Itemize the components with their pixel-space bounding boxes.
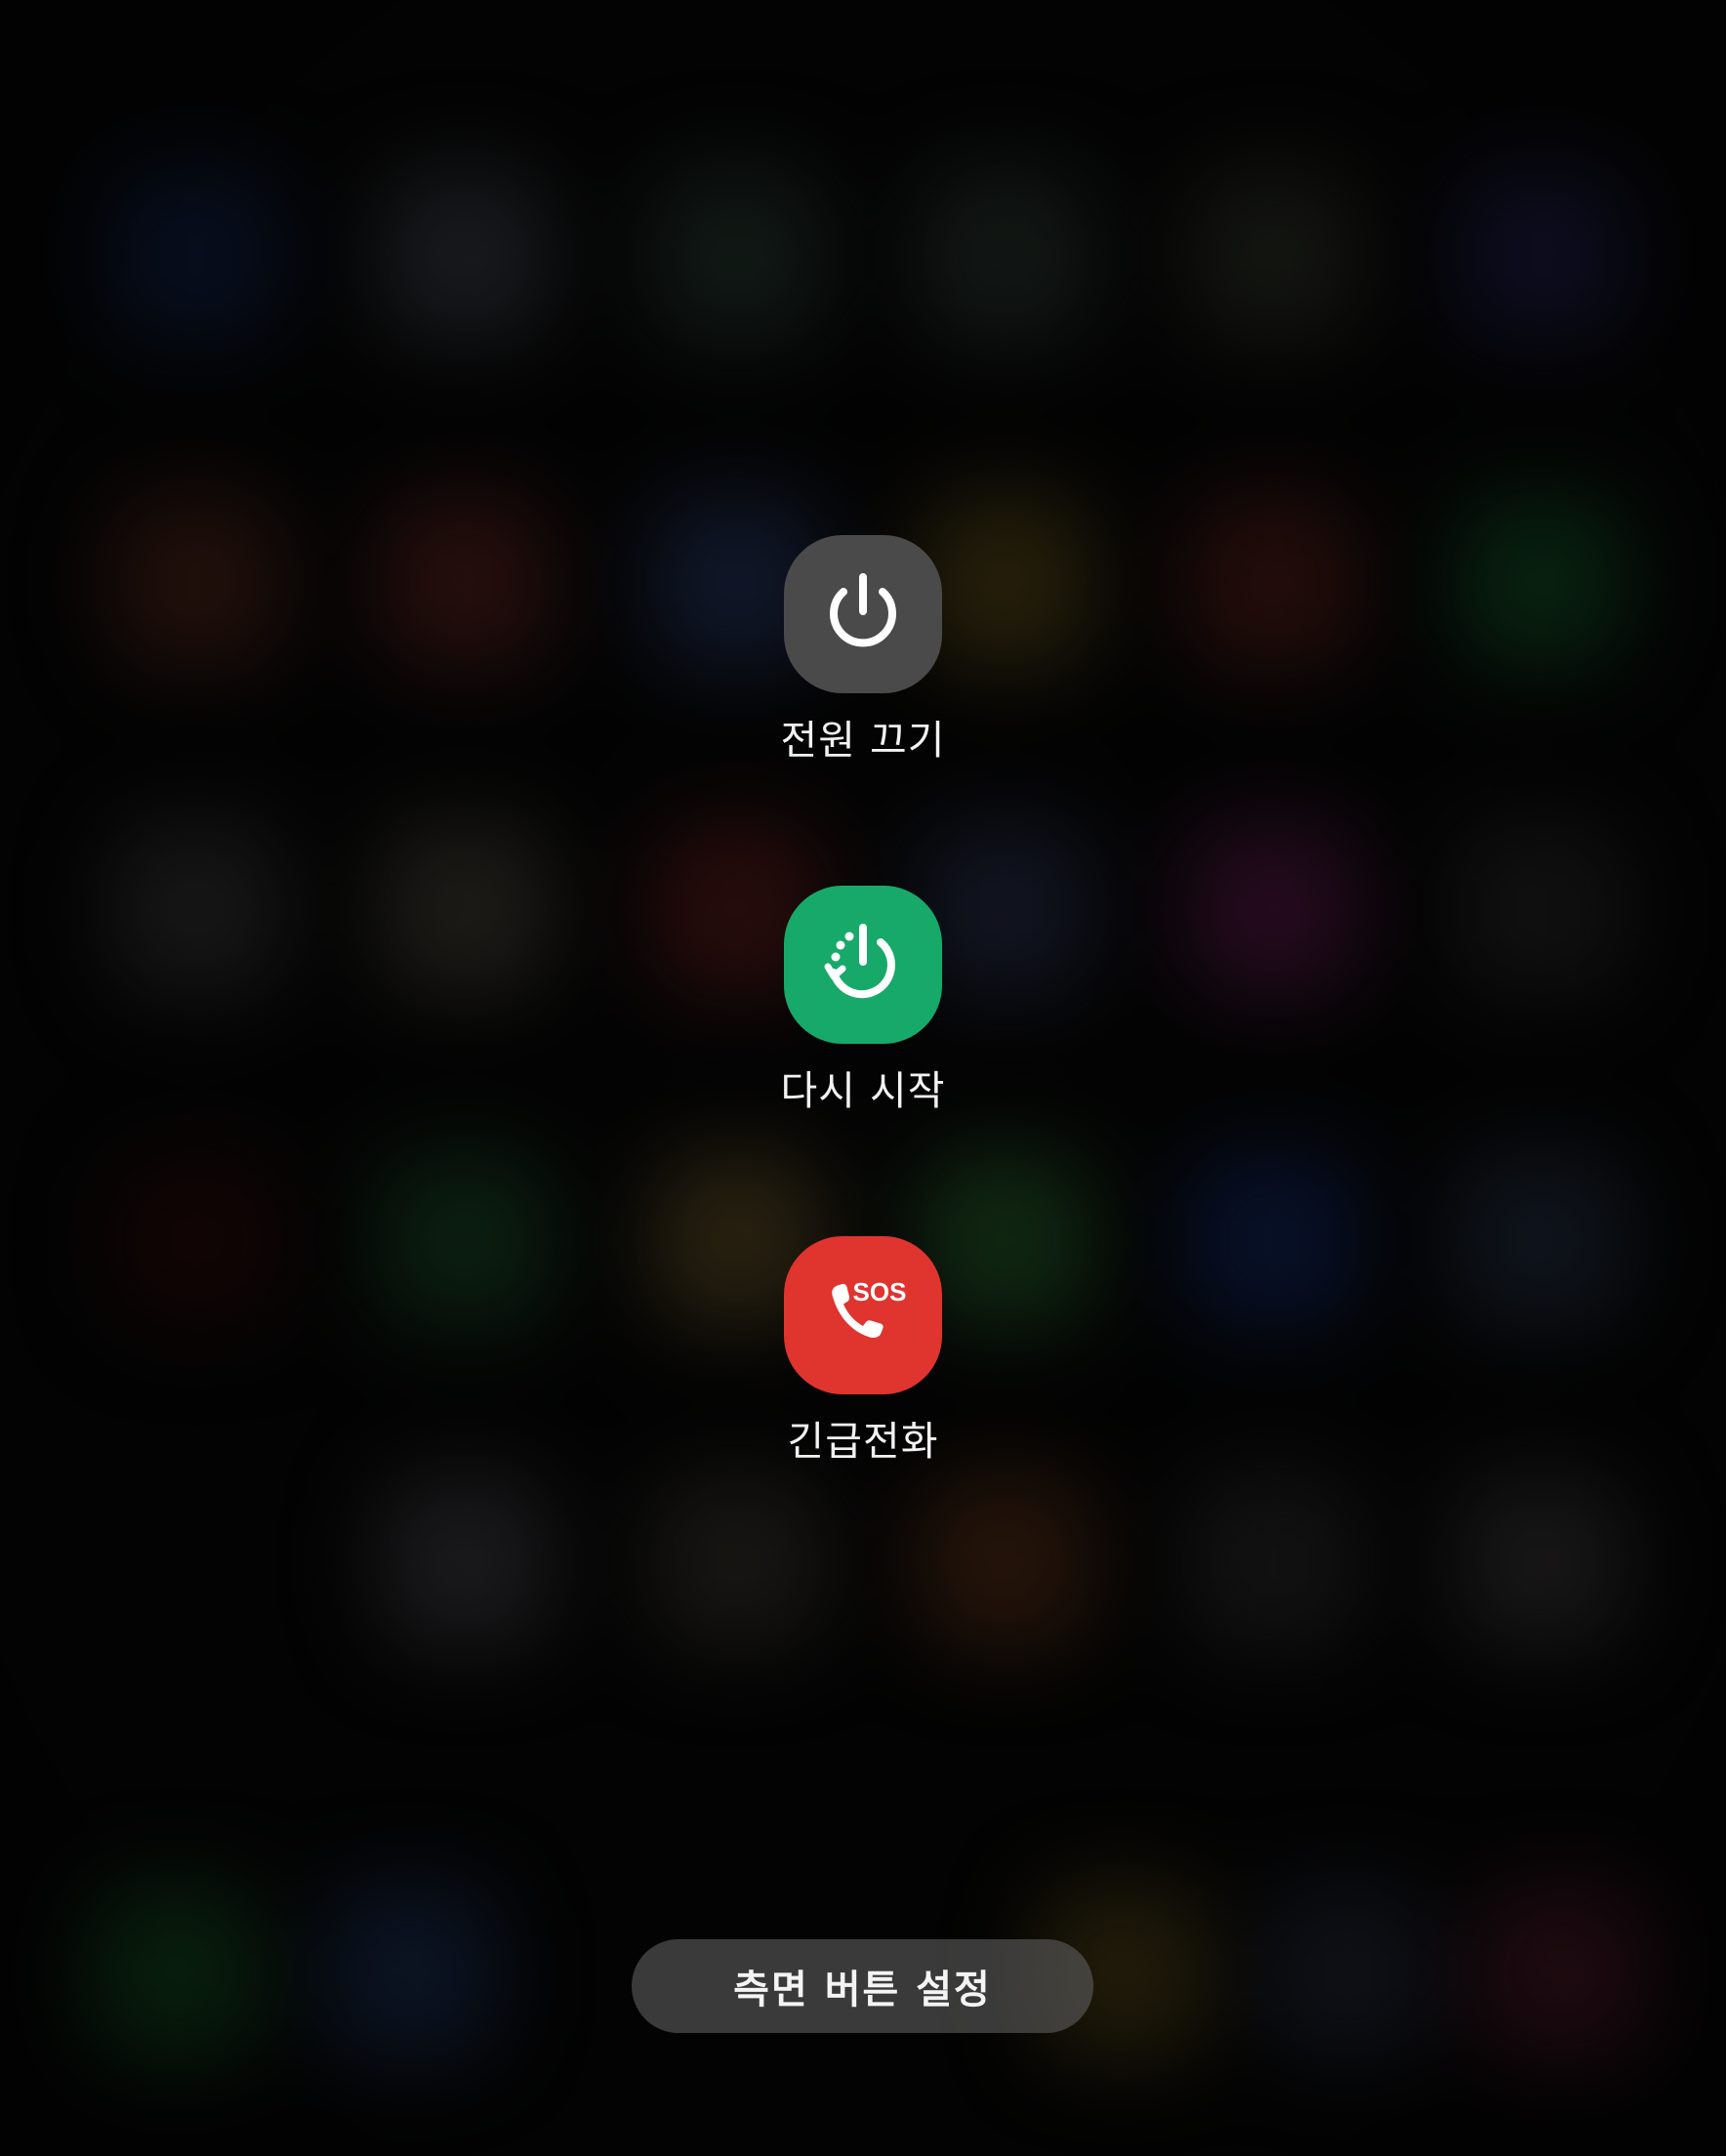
restart-icon (824, 924, 895, 999)
power-off-tile[interactable] (784, 535, 942, 693)
restart-tile[interactable] (784, 886, 942, 1044)
restart-button[interactable]: 다시 시작 (765, 886, 961, 1116)
power-menu-screen: 전원 끄기 다시 시작 SOS 긴급전화 측면 버튼 설정 (0, 0, 1726, 2156)
emergency-call-button[interactable]: SOS 긴급전화 (765, 1236, 961, 1467)
side-key-settings-button[interactable]: 측면 버튼 설정 (632, 1939, 1093, 2033)
power-off-button[interactable]: 전원 끄기 (765, 535, 961, 766)
restart-label: 다시 시작 (780, 1067, 946, 1114)
sos-phone-icon: SOS (832, 1277, 907, 1338)
emergency-call-tile[interactable]: SOS (784, 1236, 942, 1394)
power-icon (830, 573, 896, 647)
emergency-call-label: 긴급전화 (787, 1418, 939, 1465)
power-off-label: 전원 끄기 (780, 717, 946, 764)
sos-badge-text: SOS (853, 1277, 907, 1306)
